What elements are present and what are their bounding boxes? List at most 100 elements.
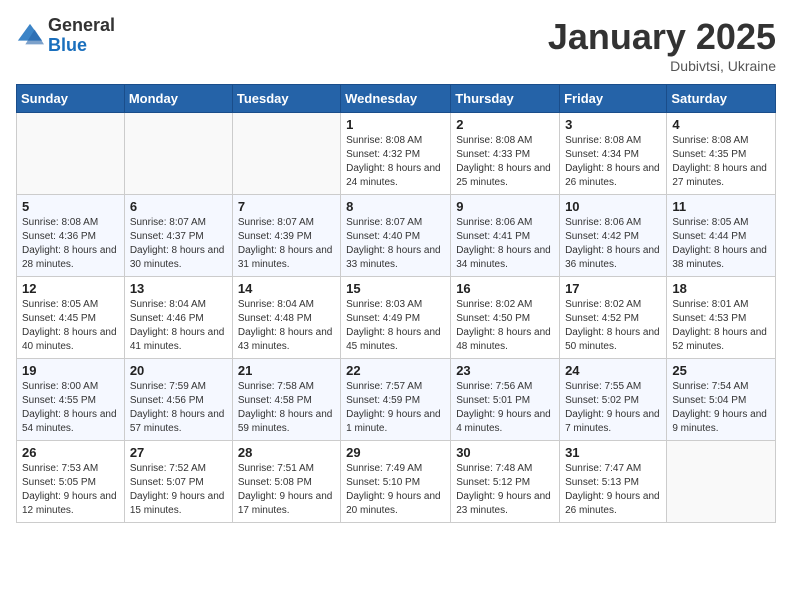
calendar-cell: 19 Sunrise: 8:00 AM Sunset: 4:55 PM Dayli… bbox=[17, 359, 125, 441]
calendar-cell: 31 Sunrise: 7:47 AM Sunset: 5:13 PM Dayli… bbox=[560, 441, 667, 523]
day-info: Sunrise: 7:52 AM Sunset: 5:07 PM Dayligh… bbox=[130, 462, 227, 518]
day-info: Sunrise: 8:07 AM Sunset: 4:40 PM Dayligh… bbox=[346, 216, 445, 272]
calendar-week-row: 5 Sunrise: 8:08 AM Sunset: 4:36 PM Daylig… bbox=[17, 195, 776, 277]
logo-text: General Blue bbox=[48, 16, 115, 56]
day-number: 27 bbox=[130, 445, 227, 460]
calendar-cell: 13Sunrise: 8:04 AM Sunset: 4:46 PM Dayli… bbox=[124, 277, 232, 359]
day-info: Sunrise: 8:07 AM Sunset: 4:39 PM Dayligh… bbox=[238, 216, 335, 272]
calendar-cell: 5 Sunrise: 8:08 AM Sunset: 4:36 PM Daylig… bbox=[17, 195, 125, 277]
calendar-cell bbox=[17, 113, 125, 195]
day-info: Sunrise: 8:03 AM Sunset: 4:49 PM Dayligh… bbox=[346, 298, 445, 354]
day-info: Sunrise: 8:01 AM Sunset: 4:53 PM Dayligh… bbox=[672, 298, 770, 354]
day-number: 6 bbox=[130, 199, 227, 214]
day-number: 15 bbox=[346, 281, 445, 296]
calendar-table: SundayMondayTuesdayWednesdayThursdayFrid… bbox=[16, 84, 776, 523]
calendar-cell: 27 Sunrise: 7:52 AM Sunset: 5:07 PM Dayli… bbox=[124, 441, 232, 523]
day-info: Sunrise: 8:06 AM Sunset: 4:42 PM Dayligh… bbox=[565, 216, 661, 272]
weekday-header-monday: Monday bbox=[124, 85, 232, 113]
weekday-header-wednesday: Wednesday bbox=[341, 85, 451, 113]
day-info: Sunrise: 7:56 AM Sunset: 5:01 PM Dayligh… bbox=[456, 380, 554, 436]
day-number: 31 bbox=[565, 445, 661, 460]
weekday-header-saturday: Saturday bbox=[667, 85, 776, 113]
calendar-cell: 25Sunrise: 7:54 AM Sunset: 5:04 PM Dayli… bbox=[667, 359, 776, 441]
day-info: Sunrise: 8:04 AM Sunset: 4:46 PM Dayligh… bbox=[130, 298, 227, 354]
location-subtitle: Dubivtsi, Ukraine bbox=[548, 58, 776, 74]
calendar-cell: 15 Sunrise: 8:03 AM Sunset: 4:49 PM Dayli… bbox=[341, 277, 451, 359]
weekday-header-tuesday: Tuesday bbox=[232, 85, 340, 113]
day-number: 22 bbox=[346, 363, 445, 378]
day-info: Sunrise: 8:08 AM Sunset: 4:32 PM Dayligh… bbox=[346, 134, 445, 190]
day-number: 8 bbox=[346, 199, 445, 214]
calendar-cell: 23 Sunrise: 7:56 AM Sunset: 5:01 PM Dayli… bbox=[451, 359, 560, 441]
logo: General Blue bbox=[16, 16, 115, 56]
day-info: Sunrise: 7:53 AM Sunset: 5:05 PM Dayligh… bbox=[22, 462, 119, 518]
calendar-week-row: 26Sunrise: 7:53 AM Sunset: 5:05 PM Dayli… bbox=[17, 441, 776, 523]
logo-blue-text: Blue bbox=[48, 36, 115, 56]
calendar-cell: 20Sunrise: 7:59 AM Sunset: 4:56 PM Dayli… bbox=[124, 359, 232, 441]
calendar-cell bbox=[124, 113, 232, 195]
weekday-header-friday: Friday bbox=[560, 85, 667, 113]
calendar-cell: 9Sunrise: 8:06 AM Sunset: 4:41 PM Daylig… bbox=[451, 195, 560, 277]
day-info: Sunrise: 7:55 AM Sunset: 5:02 PM Dayligh… bbox=[565, 380, 661, 436]
calendar-week-row: 12 Sunrise: 8:05 AM Sunset: 4:45 PM Dayli… bbox=[17, 277, 776, 359]
day-info: Sunrise: 7:57 AM Sunset: 4:59 PM Dayligh… bbox=[346, 380, 445, 436]
day-number: 28 bbox=[238, 445, 335, 460]
day-number: 11 bbox=[672, 199, 770, 214]
day-number: 12 bbox=[22, 281, 119, 296]
calendar-cell: 16Sunrise: 8:02 AM Sunset: 4:50 PM Dayli… bbox=[451, 277, 560, 359]
day-number: 2 bbox=[456, 117, 554, 132]
day-info: Sunrise: 8:05 AM Sunset: 4:45 PM Dayligh… bbox=[22, 298, 119, 354]
day-info: Sunrise: 8:00 AM Sunset: 4:55 PM Dayligh… bbox=[22, 380, 119, 436]
day-info: Sunrise: 7:51 AM Sunset: 5:08 PM Dayligh… bbox=[238, 462, 335, 518]
day-number: 23 bbox=[456, 363, 554, 378]
calendar-week-row: 19 Sunrise: 8:00 AM Sunset: 4:55 PM Dayli… bbox=[17, 359, 776, 441]
day-number: 16 bbox=[456, 281, 554, 296]
day-info: Sunrise: 8:08 AM Sunset: 4:35 PM Dayligh… bbox=[672, 134, 770, 190]
logo-general-text: General bbox=[48, 16, 115, 36]
weekday-header-row: SundayMondayTuesdayWednesdayThursdayFrid… bbox=[17, 85, 776, 113]
page-header: General Blue January 2025 Dubivtsi, Ukra… bbox=[16, 16, 776, 74]
day-info: Sunrise: 8:08 AM Sunset: 4:34 PM Dayligh… bbox=[565, 134, 661, 190]
day-info: Sunrise: 8:07 AM Sunset: 4:37 PM Dayligh… bbox=[130, 216, 227, 272]
calendar-cell: 4 Sunrise: 8:08 AM Sunset: 4:35 PM Daylig… bbox=[667, 113, 776, 195]
calendar-cell bbox=[667, 441, 776, 523]
day-number: 19 bbox=[22, 363, 119, 378]
day-info: Sunrise: 7:47 AM Sunset: 5:13 PM Dayligh… bbox=[565, 462, 661, 518]
day-number: 17 bbox=[565, 281, 661, 296]
day-number: 24 bbox=[565, 363, 661, 378]
calendar-cell: 24 Sunrise: 7:55 AM Sunset: 5:02 PM Dayli… bbox=[560, 359, 667, 441]
calendar-cell: 30 Sunrise: 7:48 AM Sunset: 5:12 PM Dayli… bbox=[451, 441, 560, 523]
day-info: Sunrise: 7:59 AM Sunset: 4:56 PM Dayligh… bbox=[130, 380, 227, 436]
day-number: 10 bbox=[565, 199, 661, 214]
calendar-week-row: 1 Sunrise: 8:08 AM Sunset: 4:32 PM Daylig… bbox=[17, 113, 776, 195]
day-number: 5 bbox=[22, 199, 119, 214]
day-info: Sunrise: 8:08 AM Sunset: 4:33 PM Dayligh… bbox=[456, 134, 554, 190]
calendar-cell bbox=[232, 113, 340, 195]
calendar-cell: 11Sunrise: 8:05 AM Sunset: 4:44 PM Dayli… bbox=[667, 195, 776, 277]
day-number: 4 bbox=[672, 117, 770, 132]
weekday-header-thursday: Thursday bbox=[451, 85, 560, 113]
day-number: 30 bbox=[456, 445, 554, 460]
calendar-cell: 22 Sunrise: 7:57 AM Sunset: 4:59 PM Dayli… bbox=[341, 359, 451, 441]
day-number: 1 bbox=[346, 117, 445, 132]
day-number: 21 bbox=[238, 363, 335, 378]
calendar-cell: 26Sunrise: 7:53 AM Sunset: 5:05 PM Dayli… bbox=[17, 441, 125, 523]
month-title: January 2025 bbox=[548, 16, 776, 58]
calendar-cell: 21Sunrise: 7:58 AM Sunset: 4:58 PM Dayli… bbox=[232, 359, 340, 441]
calendar-cell: 17 Sunrise: 8:02 AM Sunset: 4:52 PM Dayli… bbox=[560, 277, 667, 359]
calendar-cell: 7 Sunrise: 8:07 AM Sunset: 4:39 PM Daylig… bbox=[232, 195, 340, 277]
day-info: Sunrise: 7:48 AM Sunset: 5:12 PM Dayligh… bbox=[456, 462, 554, 518]
calendar-cell: 1 Sunrise: 8:08 AM Sunset: 4:32 PM Daylig… bbox=[341, 113, 451, 195]
day-info: Sunrise: 8:04 AM Sunset: 4:48 PM Dayligh… bbox=[238, 298, 335, 354]
calendar-cell: 8 Sunrise: 8:07 AM Sunset: 4:40 PM Daylig… bbox=[341, 195, 451, 277]
calendar-cell: 3 Sunrise: 8:08 AM Sunset: 4:34 PM Daylig… bbox=[560, 113, 667, 195]
day-info: Sunrise: 8:08 AM Sunset: 4:36 PM Dayligh… bbox=[22, 216, 119, 272]
day-info: Sunrise: 8:02 AM Sunset: 4:52 PM Dayligh… bbox=[565, 298, 661, 354]
day-number: 7 bbox=[238, 199, 335, 214]
calendar-cell: 29Sunrise: 7:49 AM Sunset: 5:10 PM Dayli… bbox=[341, 441, 451, 523]
calendar-cell: 18Sunrise: 8:01 AM Sunset: 4:53 PM Dayli… bbox=[667, 277, 776, 359]
day-info: Sunrise: 7:49 AM Sunset: 5:10 PM Dayligh… bbox=[346, 462, 445, 518]
calendar-cell: 2 Sunrise: 8:08 AM Sunset: 4:33 PM Daylig… bbox=[451, 113, 560, 195]
weekday-header-sunday: Sunday bbox=[17, 85, 125, 113]
day-number: 3 bbox=[565, 117, 661, 132]
